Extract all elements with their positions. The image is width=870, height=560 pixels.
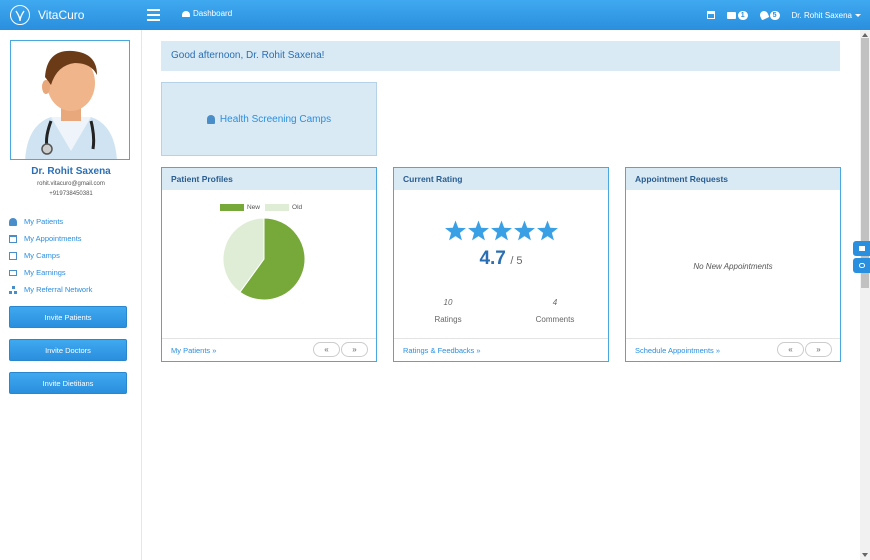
invite-doctors-button[interactable]: Invite Doctors <box>9 339 127 361</box>
prev-button[interactable]: « <box>313 342 340 357</box>
invite-dietitians-button[interactable]: Invite Dietitians <box>9 372 127 394</box>
video-camera-icon <box>858 246 865 251</box>
doctor-email: rohit.vitacuro@gmail.com <box>37 181 105 187</box>
calendar-icon <box>9 234 17 243</box>
star-icon <box>445 220 466 241</box>
notifications-count-badge: 5 <box>769 10 780 20</box>
user-icon <box>206 114 215 124</box>
chevron-down-icon <box>855 13 861 17</box>
chart-legend: New Old <box>220 204 307 211</box>
vitacuro-logo-icon <box>10 5 30 25</box>
user-menu[interactable]: Dr. Rohit Saxena <box>792 11 861 20</box>
health-screening-camps-button[interactable]: Health Screening Camps <box>161 82 377 156</box>
sidebar-item-label: My Appointments <box>24 234 82 243</box>
appointment-requests-panel: Appointment Requests No New Appointments… <box>625 167 841 362</box>
sitemap-icon <box>9 285 17 294</box>
sidebar-item-my-referral-network[interactable]: My Referral Network <box>9 281 92 298</box>
sidebar-item-my-camps[interactable]: My Camps <box>9 247 92 264</box>
dashboard-icon <box>182 10 190 17</box>
scroll-down-icon[interactable] <box>862 553 868 557</box>
legend-label: Old <box>292 204 303 211</box>
credit-card-icon <box>9 269 17 276</box>
star-icon <box>491 220 512 241</box>
legend-label: New <box>247 204 261 211</box>
schedule-appointments-link[interactable]: Schedule Appointments » <box>635 346 720 355</box>
patient-profiles-panel: Patient Profiles New Old My Patients » «… <box>161 167 377 362</box>
message-icon <box>726 11 736 19</box>
calendar-icon <box>706 11 715 19</box>
app-name: VitaCuro <box>38 8 85 22</box>
page-scrollbar[interactable] <box>860 30 870 560</box>
sidebar-item-label: My Patients <box>24 217 64 226</box>
comments-stat: 4 Comments <box>515 298 595 324</box>
scroll-up-icon[interactable] <box>862 33 868 37</box>
ratings-count: 10 <box>443 298 453 307</box>
legend-swatch <box>265 204 290 211</box>
doctor-avatar <box>10 40 130 160</box>
no-appointments-text: No New Appointments <box>693 262 773 271</box>
document-icon <box>9 251 17 260</box>
comments-count: 4 <box>552 298 558 307</box>
video-call-button[interactable] <box>853 241 870 256</box>
calendar-button[interactable] <box>706 11 715 19</box>
patient-profiles-pie-chart <box>222 217 306 301</box>
rating-max: / 5 <box>510 255 523 267</box>
sidebar-item-label: My Earnings <box>24 268 66 277</box>
star-icon <box>537 220 558 241</box>
next-button[interactable]: » <box>805 342 832 357</box>
sidebar: Dr. Rohit Saxena rohit.vitacuro@gmail.co… <box>0 30 142 560</box>
star-icon <box>468 220 489 241</box>
ratings-label: Ratings <box>434 315 462 324</box>
notifications-button[interactable]: 5 <box>758 9 780 21</box>
menu-toggle-icon[interactable] <box>147 9 160 21</box>
sidebar-item-label: My Referral Network <box>24 285 93 294</box>
ratings-feedbacks-link[interactable]: Ratings & Feedbacks » <box>403 346 481 355</box>
my-patients-link[interactable]: My Patients » <box>171 346 216 355</box>
chat-icon <box>858 263 865 268</box>
legend-item-old: Old <box>265 204 302 211</box>
star-icon <box>514 220 535 241</box>
rating-value: 4.7 / 5 <box>394 248 608 270</box>
next-button[interactable]: » <box>341 342 368 357</box>
invite-patients-button[interactable]: Invite Patients <box>9 306 127 328</box>
panel-title: Appointment Requests <box>626 168 840 190</box>
ratings-stat: 10 Ratings <box>408 298 488 324</box>
comments-label: Comments <box>535 315 575 324</box>
greeting-banner: Good afternoon, Dr. Rohit Saxena! <box>161 41 840 71</box>
sidebar-item-my-patients[interactable]: My Patients <box>9 213 92 230</box>
current-rating-panel: Current Rating 4.7 / 5 10 Ratings 4 Comm… <box>393 167 609 362</box>
pager: « » <box>776 342 832 357</box>
messages-button[interactable]: 1 <box>726 10 748 20</box>
messages-count-badge: 1 <box>737 10 748 20</box>
dashboard-link[interactable]: Dashboard <box>182 9 232 18</box>
dashboard-label: Dashboard <box>193 9 233 18</box>
rating-stars <box>445 220 558 241</box>
sidebar-item-my-appointments[interactable]: My Appointments <box>9 230 92 247</box>
panel-title: Patient Profiles <box>162 168 376 190</box>
doctor-name: Dr. Rohit Saxena <box>31 166 111 177</box>
user-icon <box>9 217 17 226</box>
panel-title: Current Rating <box>394 168 608 190</box>
legend-item-new: New <box>220 204 260 211</box>
chat-button[interactable] <box>853 258 870 273</box>
doctor-phone: +919738450381 <box>49 191 93 197</box>
sidebar-item-my-earnings[interactable]: My Earnings <box>9 264 92 281</box>
top-navbar: VitaCuro Dashboard 1 5 Dr. Rohit Saxena <box>0 0 870 30</box>
side-nav: My Patients My Appointments My Camps My … <box>9 213 92 298</box>
pager: « » <box>312 342 368 357</box>
user-menu-name: Dr. Rohit Saxena <box>791 10 852 20</box>
bell-icon <box>758 9 769 21</box>
health-screening-camps-label: Health Screening Camps <box>219 113 332 125</box>
rating-score: 4.7 <box>479 248 506 269</box>
prev-button[interactable]: « <box>777 342 804 357</box>
sidebar-item-label: My Camps <box>24 251 60 260</box>
brand[interactable]: VitaCuro <box>10 5 84 25</box>
legend-swatch <box>220 204 244 211</box>
